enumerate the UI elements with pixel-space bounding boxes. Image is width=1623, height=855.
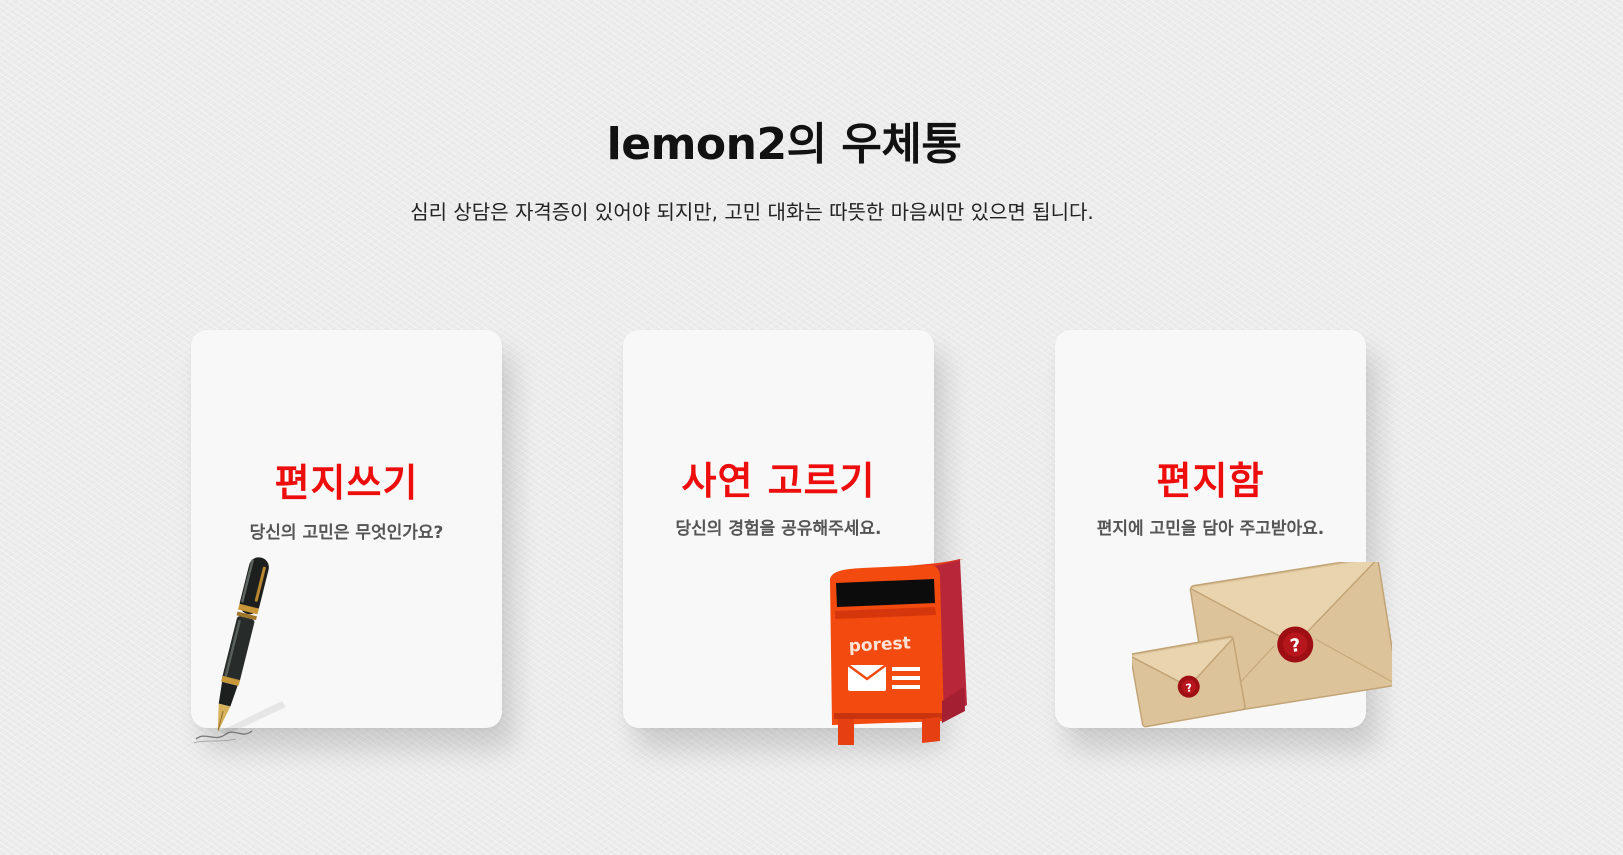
page-title: lemon2의 우체통 xyxy=(606,119,962,170)
page-subtitle: 심리 상담은 자격증이 있어야 되지만, 고민 대화는 따뜻한 마음씨만 있으면… xyxy=(410,200,1094,224)
write-letter-description: 당신의 고민은 무엇인가요? xyxy=(249,523,444,543)
write-letter-title: 편지쓰기 xyxy=(274,461,419,505)
mailbox-title: 편지함 xyxy=(1156,459,1265,503)
pick-story-title: 사연 고르기 xyxy=(681,459,876,503)
pick-story-card[interactable]: 사연 고르기 당신의 경험을 공유해주세요. xyxy=(623,330,934,728)
pick-story-description: 당신의 경험을 공유해주세요. xyxy=(675,519,882,539)
mailbox-description: 편지에 고민을 담아 주고받아요. xyxy=(1096,519,1325,539)
write-letter-card[interactable]: 편지쓰기 당신의 고민은 무엇인가요? xyxy=(191,330,502,728)
mailbox-card[interactable]: 편지함 편지에 고민을 담아 주고받아요. xyxy=(1055,330,1366,728)
